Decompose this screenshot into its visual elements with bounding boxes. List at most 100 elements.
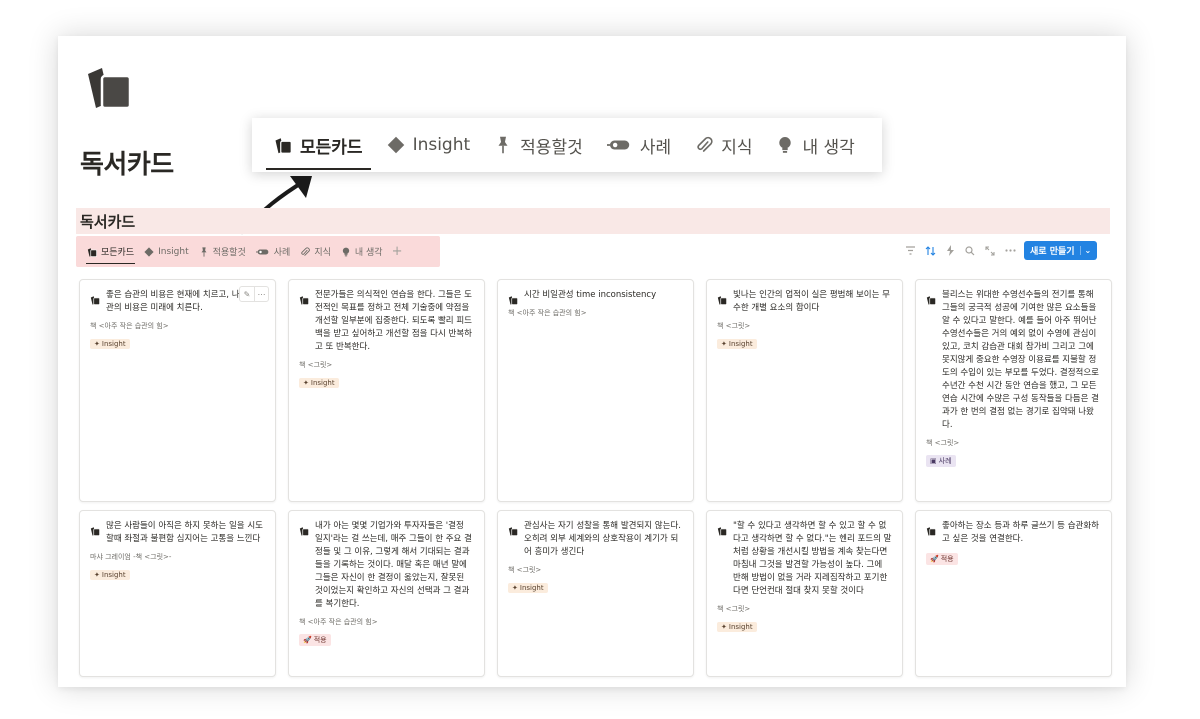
zoom-tab-label: 모든카드 [300, 137, 363, 158]
more-icon[interactable]: ⋯ [254, 287, 268, 301]
zoom-tab-label: 지식 [721, 137, 753, 158]
cards-icon [90, 521, 100, 536]
gallery-card[interactable]: 좋아하는 장소 등과 하루 글쓰기 등 습관화하고 싶은 것을 연결한다. 🚀 적용 [915, 510, 1112, 677]
card-title: 내가 아는 몇몇 기업가와 투자자들은 '결정 일지'라는 걸 쓰는데, 매주 … [315, 521, 472, 609]
add-view-button[interactable]: + [388, 244, 407, 259]
card-title: 블리스는 위대한 수영선수들의 전기를 통해 그들의 궁극적 성공에 기여한 많… [942, 290, 1099, 430]
card-tag-label: 적용 [940, 555, 954, 563]
gallery-card[interactable]: 전문가들은 의식적인 연습을 한다. 그들은 도전적인 목표를 정하고 전체 기… [288, 279, 485, 502]
card-tag: ✦ Insight [299, 378, 339, 388]
cards-icon [90, 290, 100, 305]
gallery-card[interactable]: 관심사는 자기 성찰을 통해 발견되지 않는다. 오히려 외부 세계와의 상호작… [497, 510, 694, 677]
diamond-icon [387, 136, 405, 154]
view-tab-label: 모든카드 [101, 248, 135, 258]
view-tab-label: 사례 [273, 248, 291, 258]
card-tag-label: Insight [101, 340, 126, 348]
automation-icon[interactable] [944, 245, 956, 257]
card-tag-label: Insight [519, 584, 544, 592]
cards-icon [508, 290, 518, 305]
edit-icon[interactable]: ✎ [240, 287, 254, 301]
view-tab-3[interactable]: 사례 [251, 236, 296, 267]
paperclip-icon [695, 136, 713, 154]
insight-tag-icon: ✦ [721, 623, 727, 631]
pin-icon [199, 246, 209, 257]
insight-tag-icon: ✦ [721, 340, 727, 348]
cards-icon [717, 290, 727, 305]
view-tab-1[interactable]: Insight [139, 236, 194, 267]
view-tab-label: 지식 [314, 248, 331, 258]
cards-icon [717, 521, 727, 536]
card-tag: ✦ Insight [90, 339, 130, 349]
database-title-highlight [76, 208, 1110, 234]
card-tag: 🚀 적용 [926, 553, 958, 565]
zoom-tab-1[interactable]: Insight [375, 118, 483, 172]
expand-icon[interactable] [984, 245, 996, 257]
view-tab-0[interactable]: 모든카드 [82, 236, 139, 267]
view-tab-4[interactable]: 지식 [295, 236, 336, 267]
cards-icon [926, 290, 936, 305]
zoom-tab-0[interactable]: 모든카드 [262, 118, 375, 172]
insight-tag-icon: ✦ [94, 340, 100, 348]
card-tag: ▣ 사례 [926, 455, 956, 467]
card-actions: ✎ ⋯ [239, 286, 269, 302]
view-tab-label: 적용할것 [212, 248, 246, 258]
card-title: 전문가들은 의식적인 연습을 한다. 그들은 도전적인 목표를 정하고 전체 기… [315, 290, 472, 352]
chevron-down-icon[interactable]: ⌄ [1079, 246, 1091, 255]
card-tag-label: Insight [101, 571, 126, 579]
card-tag: ✦ Insight [508, 583, 548, 593]
zoom-tab-2[interactable]: 적용할것 [482, 118, 595, 172]
filter-icon[interactable] [904, 245, 916, 257]
view-tab-5[interactable]: 내 생각 [336, 236, 388, 267]
cards-icon [274, 136, 292, 154]
new-button-label: 새로 만들기 [1030, 247, 1075, 257]
card-title: 좋아하는 장소 등과 하루 글쓰기 등 습관화하고 싶은 것을 연결한다. [942, 521, 1099, 544]
zoomed-view-tabs: 모든카드 Insight 적용할것 사례 지식 내 생각 [252, 118, 882, 172]
gallery-card[interactable]: "할 수 있다고 생각하면 할 수 있고 할 수 없다고 생각하면 할 수 없다… [706, 510, 903, 677]
zoom-tab-5[interactable]: 내 생각 [764, 118, 866, 172]
diamond-icon [144, 246, 154, 257]
gallery-card[interactable]: 블리스는 위대한 수영선수들의 전기를 통해 그들의 궁극적 성공에 기여한 많… [915, 279, 1112, 502]
gallery-card[interactable]: 좋은 습관의 비용은 현재에 치르고, 나쁜 습관의 비용은 미래에 치른다. 책… [79, 279, 276, 502]
tape-icon [606, 136, 632, 154]
card-title: 관심사는 자기 성찰을 통해 발견되지 않는다. 오히려 외부 세계와의 상호작… [524, 521, 681, 557]
zoom-tab-label: 적용할것 [520, 137, 583, 158]
new-button[interactable]: 새로 만들기 ⌄ [1024, 241, 1098, 260]
gallery-card[interactable]: 내가 아는 몇몇 기업가와 투자자들은 '결정 일지'라는 걸 쓰는데, 매주 … [288, 510, 485, 677]
card-tag-label: Insight [728, 340, 753, 348]
gallery-card[interactable]: 시간 비일관성 time inconsistency 책 <아주 작은 습관의 힘… [497, 279, 694, 502]
search-icon[interactable] [964, 245, 976, 257]
cards-icon [508, 521, 518, 536]
gallery-card[interactable]: 빛나는 인간의 업적이 실은 평범해 보이는 무수한 개별 요소의 합이다 책 <… [706, 279, 903, 502]
page-title: 독서카드 [80, 150, 174, 180]
view-tabs: 모든카드 Insight 적용할것 사례 지식 내 생각 + [76, 236, 440, 267]
card-title: 시간 비일관성 time inconsistency [524, 290, 657, 300]
card-title: 빛나는 인간의 업적이 실은 평범해 보이는 무수한 개별 요소의 합이다 [733, 290, 890, 313]
card-book: 책 <그릿> [717, 605, 751, 613]
card-book: 책 <아주 작은 습관의 힘> [508, 309, 587, 317]
gallery-card[interactable]: 많은 사람들이 아직은 하지 못하는 일을 시도할때 좌절과 불편함 심지어는 … [79, 510, 276, 677]
card-title: "할 수 있다고 생각하면 할 수 있고 할 수 없다고 생각하면 할 수 없다… [733, 521, 892, 596]
insight-tag-icon: ✦ [94, 571, 100, 579]
zoom-tab-4[interactable]: 지식 [683, 118, 764, 172]
card-tag: ✦ Insight [90, 570, 130, 580]
view-tab-label: 내 생각 [354, 248, 383, 258]
card-book: 책 <그릿> [508, 566, 542, 574]
more-icon[interactable] [1004, 245, 1016, 257]
cards-logo-icon [88, 68, 132, 110]
apply-tag-icon: 🚀 [303, 636, 312, 644]
card-tag: ✦ Insight [717, 622, 757, 632]
zoom-tab-label: 사례 [639, 137, 672, 158]
zoom-tab-label: 내 생각 [802, 137, 855, 158]
database-title[interactable]: 독서카드 [80, 211, 135, 232]
card-book: 책 <그릿> [926, 439, 960, 447]
zoom-tab-3[interactable]: 사례 [595, 118, 683, 172]
paperclip-icon [300, 246, 311, 257]
card-book: 책 <그릿> [299, 361, 333, 369]
card-tag-label: 사례 [938, 457, 952, 465]
insight-tag-icon: ✦ [303, 379, 309, 387]
lightbulb-icon [341, 247, 351, 257]
view-tab-2[interactable]: 적용할것 [194, 236, 251, 267]
card-title: 많은 사람들이 아직은 하지 못하는 일을 시도할때 좌절과 불편함 심지어는 … [106, 521, 263, 544]
pin-icon [494, 136, 512, 154]
sort-icon[interactable] [924, 245, 936, 257]
